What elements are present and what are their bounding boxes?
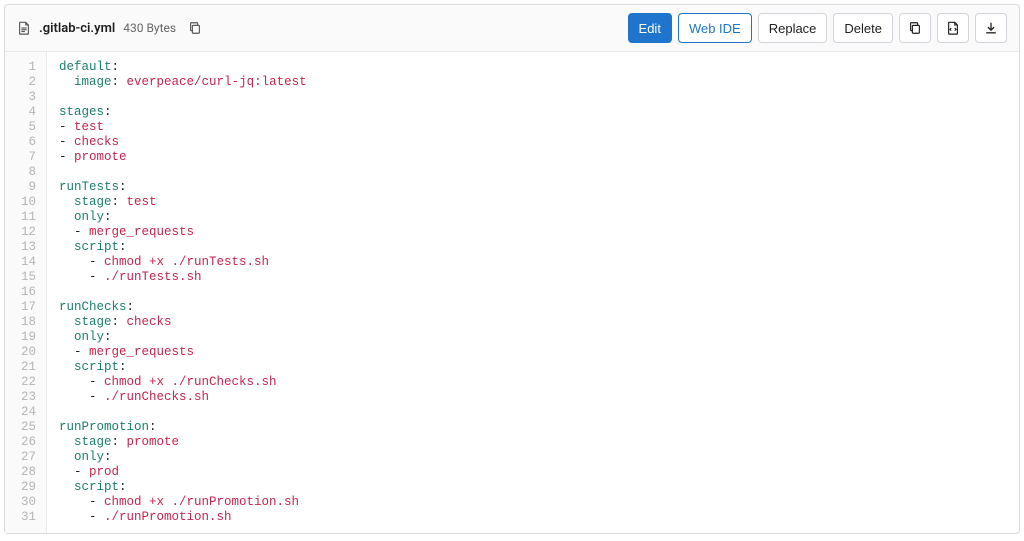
line-number[interactable]: 18	[5, 315, 46, 330]
code-line: only:	[59, 210, 307, 225]
code-line: - promote	[59, 150, 307, 165]
file-size: 430 Bytes	[123, 21, 176, 35]
line-number[interactable]: 10	[5, 195, 46, 210]
code-line	[59, 90, 307, 105]
line-number[interactable]: 8	[5, 165, 46, 180]
code-line: script:	[59, 480, 307, 495]
delete-button[interactable]: Delete	[833, 13, 893, 43]
code-line: - prod	[59, 465, 307, 480]
code-line: default:	[59, 60, 307, 75]
web-ide-button[interactable]: Web IDE	[678, 13, 752, 43]
code-viewer: 1234567891011121314151617181920212223242…	[5, 52, 1019, 533]
code-line: only:	[59, 330, 307, 345]
line-number[interactable]: 24	[5, 405, 46, 420]
line-number[interactable]: 21	[5, 360, 46, 375]
file-panel: .gitlab-ci.yml 430 Bytes Edit Web IDE Re…	[4, 4, 1020, 534]
line-number[interactable]: 31	[5, 510, 46, 525]
line-number[interactable]: 12	[5, 225, 46, 240]
line-number[interactable]: 23	[5, 390, 46, 405]
line-numbers-gutter: 1234567891011121314151617181920212223242…	[5, 52, 47, 533]
replace-button[interactable]: Replace	[758, 13, 828, 43]
code-line	[59, 165, 307, 180]
code-line	[59, 405, 307, 420]
line-number[interactable]: 26	[5, 435, 46, 450]
copy-contents-button[interactable]	[899, 13, 931, 43]
code-line: stage: promote	[59, 435, 307, 450]
line-number[interactable]: 4	[5, 105, 46, 120]
code-line: - ./runPromotion.sh	[59, 510, 307, 525]
code-line: stage: test	[59, 195, 307, 210]
code-line: - chmod +x ./runChecks.sh	[59, 375, 307, 390]
code-line: - checks	[59, 135, 307, 150]
code-line: runChecks:	[59, 300, 307, 315]
code-line: - merge_requests	[59, 345, 307, 360]
code-line: - ./runTests.sh	[59, 270, 307, 285]
line-number[interactable]: 3	[5, 90, 46, 105]
code-line: stages:	[59, 105, 307, 120]
line-number[interactable]: 29	[5, 480, 46, 495]
line-number[interactable]: 15	[5, 270, 46, 285]
edit-button[interactable]: Edit	[628, 13, 672, 43]
line-number[interactable]: 19	[5, 330, 46, 345]
line-number[interactable]: 25	[5, 420, 46, 435]
line-number[interactable]: 16	[5, 285, 46, 300]
code-line	[59, 285, 307, 300]
code-line: image: everpeace/curl-jq:latest	[59, 75, 307, 90]
code-line: - merge_requests	[59, 225, 307, 240]
line-number[interactable]: 27	[5, 450, 46, 465]
code-line: - ./runChecks.sh	[59, 390, 307, 405]
line-number[interactable]: 7	[5, 150, 46, 165]
code-line: script:	[59, 360, 307, 375]
code-line: only:	[59, 450, 307, 465]
download-button[interactable]	[975, 13, 1007, 43]
line-number[interactable]: 2	[5, 75, 46, 90]
line-number[interactable]: 1	[5, 60, 46, 75]
line-number[interactable]: 9	[5, 180, 46, 195]
file-header-right: Edit Web IDE Replace Delete	[628, 13, 1007, 43]
line-number[interactable]: 22	[5, 375, 46, 390]
file-name: .gitlab-ci.yml	[39, 21, 115, 36]
line-number[interactable]: 17	[5, 300, 46, 315]
copy-path-button[interactable]	[184, 17, 206, 39]
line-number[interactable]: 28	[5, 465, 46, 480]
line-number[interactable]: 14	[5, 255, 46, 270]
code-line: - test	[59, 120, 307, 135]
line-number[interactable]: 30	[5, 495, 46, 510]
line-number[interactable]: 5	[5, 120, 46, 135]
code-content[interactable]: default: image: everpeace/curl-jq:latest…	[47, 52, 319, 533]
file-header: .gitlab-ci.yml 430 Bytes Edit Web IDE Re…	[5, 5, 1019, 52]
line-number[interactable]: 20	[5, 345, 46, 360]
file-icon	[17, 21, 31, 35]
code-line: - chmod +x ./runPromotion.sh	[59, 495, 307, 510]
code-line: - chmod +x ./runTests.sh	[59, 255, 307, 270]
raw-button[interactable]	[937, 13, 969, 43]
code-line: stage: checks	[59, 315, 307, 330]
code-line: script:	[59, 240, 307, 255]
line-number[interactable]: 13	[5, 240, 46, 255]
code-line: runPromotion:	[59, 420, 307, 435]
code-line: runTests:	[59, 180, 307, 195]
line-number[interactable]: 11	[5, 210, 46, 225]
file-header-left: .gitlab-ci.yml 430 Bytes	[17, 17, 206, 39]
line-number[interactable]: 6	[5, 135, 46, 150]
